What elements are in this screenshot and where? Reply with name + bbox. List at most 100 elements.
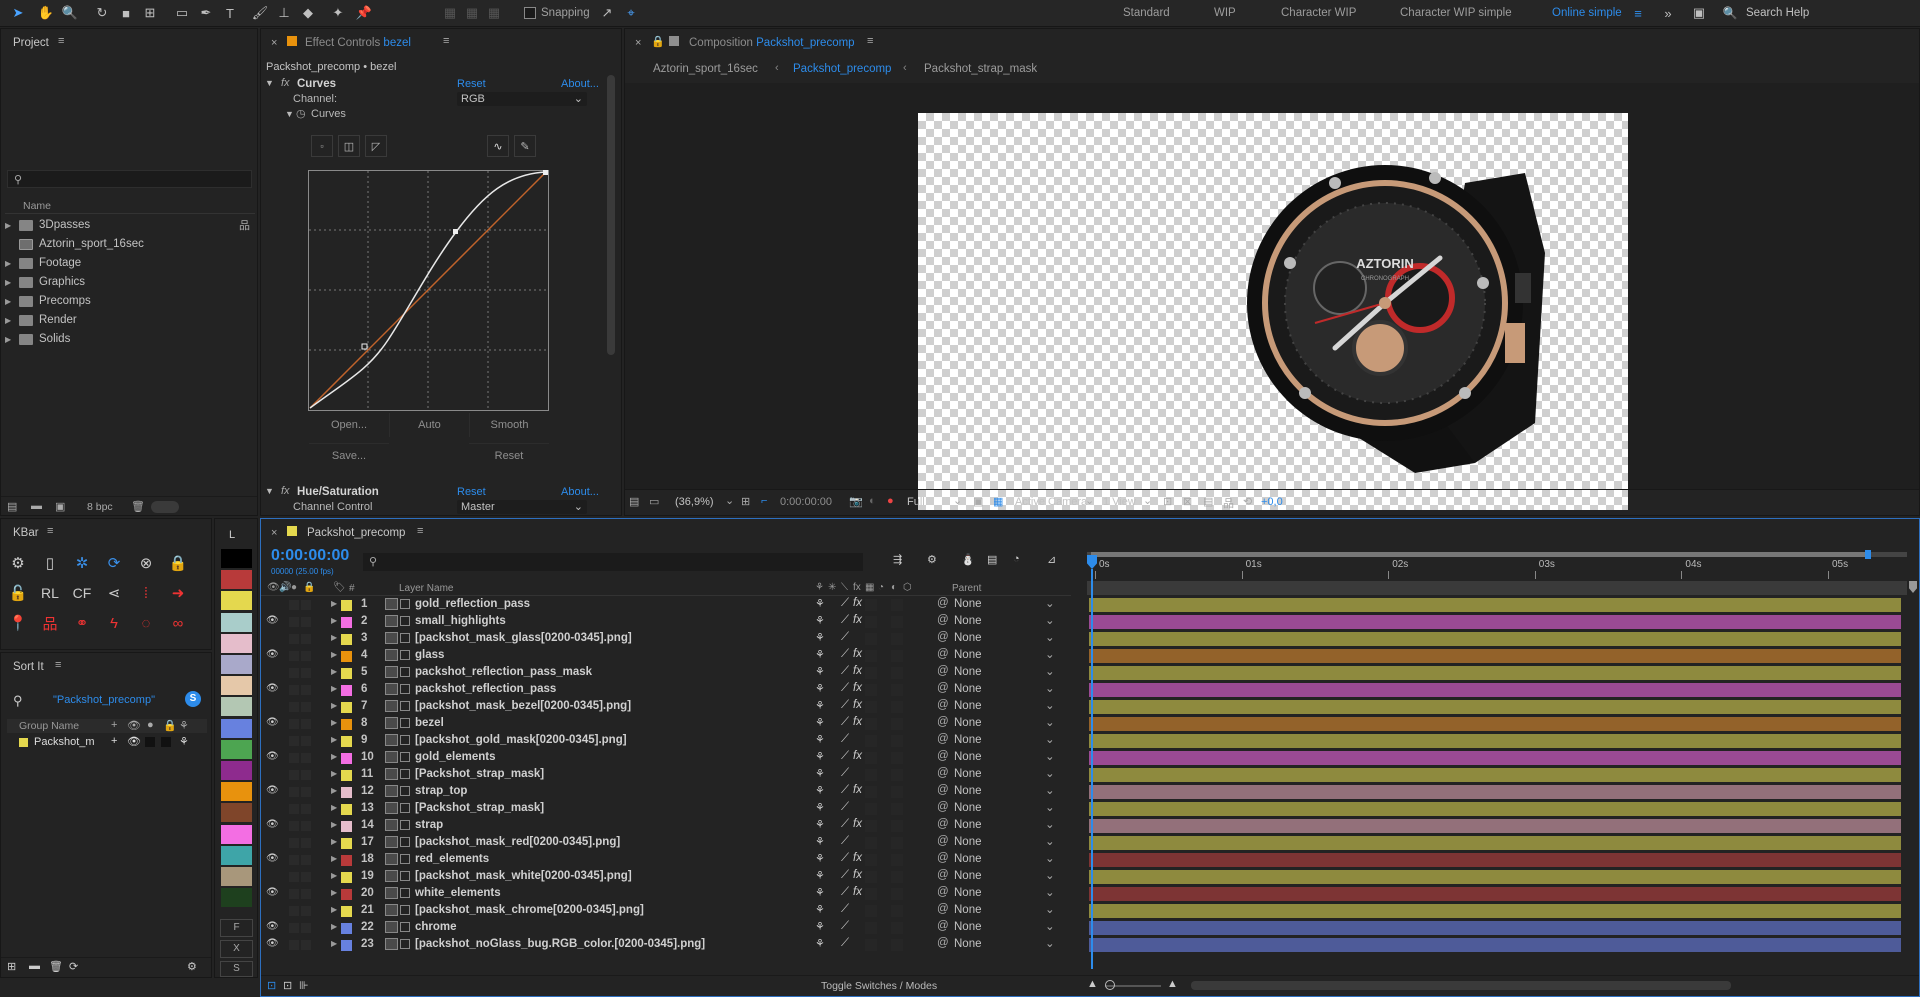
panel-menu-icon[interactable]: ≡ <box>443 35 449 47</box>
expand-triangle-icon[interactable]: ▶ <box>331 803 337 812</box>
motion-blur-icon[interactable]: ◔ <box>1013 553 1020 565</box>
solo-toggle[interactable] <box>289 872 299 882</box>
quality-switch-icon[interactable]: ⟋ <box>841 699 849 712</box>
fx-switch-icon[interactable]: fx <box>853 784 862 796</box>
layer-row[interactable]: ▶ 9 [packshot_gold_mask[0200-0345].png] ⚘ ⟋ @… <box>261 733 1919 750</box>
eye-icon[interactable]: 👁 <box>127 735 141 748</box>
hue-about-link[interactable]: About... <box>561 486 599 498</box>
visibility-toggle[interactable] <box>266 770 276 780</box>
parent-value[interactable]: None <box>954 853 982 865</box>
layer-duration-bar[interactable] <box>1089 717 1901 731</box>
shy-switch-icon[interactable]: ⚘ <box>815 835 825 848</box>
sortit-group-row[interactable]: Packshot_m + 👁 ⚘ <box>7 735 207 750</box>
project-item-aztorin-sport[interactable]: Aztorin_sport_16sec <box>5 236 144 252</box>
quality-switch-icon[interactable]: ⟋ <box>841 597 849 610</box>
curves-save-button[interactable]: Save... <box>309 443 389 467</box>
layer-row[interactable]: ▶ 1 gold_reflection_pass ⚘ ⟋ fx @ None ⌄ <box>261 597 1919 614</box>
visibility-eye-icon[interactable]: 👁 <box>266 853 279 864</box>
kbar-button-cf[interactable]: CF <box>71 582 93 604</box>
type-tool-icon[interactable]: T <box>220 3 240 23</box>
time-ruler[interactable]: 0s 01s 02s 03s 04s 05s <box>1087 559 1907 579</box>
close-tab-icon[interactable]: × <box>271 527 277 539</box>
panel-menu-icon[interactable]: ≡ <box>417 525 423 537</box>
parent-value[interactable]: None <box>954 666 982 678</box>
layer-name[interactable]: packshot_reflection_pass_mask <box>415 666 592 678</box>
selection-tool-icon[interactable]: ➤ <box>8 3 28 23</box>
shy-switch-icon[interactable]: ⚘ <box>815 886 825 899</box>
parent-value[interactable]: None <box>954 870 982 882</box>
delete-icon[interactable]: 🗑 <box>131 500 145 513</box>
puppet-pin-tool-icon[interactable]: 📌 <box>354 3 374 23</box>
chevron-down-icon[interactable]: ⌄ <box>1045 613 1055 627</box>
switch-cell[interactable] <box>891 871 903 883</box>
expand-triangle-icon[interactable]: ▶ <box>331 701 337 710</box>
layer-name[interactable]: [Packshot_strap_mask] <box>415 768 544 780</box>
curves-smooth-button[interactable]: Smooth <box>469 413 549 437</box>
parent-value[interactable]: None <box>954 717 982 729</box>
document-icon[interactable]: ▯ <box>39 552 61 574</box>
dotted-circle-icon[interactable]: ◌ <box>135 612 157 634</box>
parent-value[interactable]: None <box>954 819 982 831</box>
fx-switch-icon[interactable]: fx <box>853 699 862 711</box>
refresh-icon[interactable]: ⟳ <box>103 552 125 574</box>
shy-switch-icon[interactable]: ⚘ <box>815 750 825 763</box>
visibility-eye-icon[interactable]: 👁 <box>266 887 279 898</box>
draft-3d-icon[interactable]: ⚙ <box>927 553 937 566</box>
pickwhip-icon[interactable]: @ <box>937 920 949 932</box>
camera-dropdown[interactable]: Active Camera <box>1015 496 1087 508</box>
thumbnail-slider[interactable] <box>151 501 179 513</box>
project-item-solids[interactable]: ▶ Solids <box>5 331 70 347</box>
quality-switch-icon[interactable]: ⟋ <box>841 937 849 950</box>
roto-brush-tool-icon[interactable]: ✦ <box>328 3 348 23</box>
curves-graph[interactable] <box>308 170 549 411</box>
pickwhip-icon[interactable]: @ <box>937 631 949 643</box>
label-color-swatch[interactable] <box>221 761 252 780</box>
shy-switch-icon[interactable]: ⚘ <box>815 648 825 661</box>
switch-cell[interactable] <box>865 939 877 951</box>
layer-label-swatch[interactable] <box>341 668 352 679</box>
playhead-line[interactable] <box>1091 569 1093 969</box>
switch-cell[interactable] <box>865 616 877 628</box>
eraser-tool-icon[interactable]: ◆ <box>298 3 318 23</box>
project-item-3dpasses[interactable]: ▶ 3Dpasses <box>5 217 90 233</box>
sort-s-icon[interactable]: S <box>185 691 201 707</box>
visibility-toggle[interactable] <box>266 736 276 746</box>
layer-name[interactable]: gold_reflection_pass <box>415 598 530 610</box>
switch-cell[interactable] <box>865 701 877 713</box>
switch-cell[interactable] <box>865 752 877 764</box>
layer-name[interactable]: [packshot_mask_red[0200-0345].png] <box>415 836 620 848</box>
timeline-icon[interactable]: ▤ <box>1203 495 1213 508</box>
search-help-icon[interactable]: 🔍 <box>1720 3 1740 23</box>
expand-triangle-icon[interactable]: ▶ <box>331 939 337 948</box>
lock-toggle[interactable] <box>301 600 311 610</box>
layer-duration-bar[interactable] <box>1089 836 1901 850</box>
infinity-icon[interactable]: ∞ <box>167 612 189 634</box>
pickwhip-icon[interactable]: @ <box>937 767 949 779</box>
fx-switch-icon[interactable]: fx <box>853 886 862 898</box>
layer-label-swatch[interactable] <box>341 600 352 611</box>
fx-icon[interactable]: fx <box>281 77 290 89</box>
layer-label-swatch[interactable] <box>341 719 352 730</box>
pickwhip-icon[interactable]: @ <box>937 699 949 711</box>
zoom-out-icon[interactable]: ▲ <box>1087 978 1098 990</box>
switch-cell[interactable] <box>891 599 903 611</box>
parent-value[interactable]: None <box>954 921 982 933</box>
effect-controls-tab[interactable]: Effect Controls bezel <box>305 37 411 49</box>
chevron-down-icon[interactable]: ⌄ <box>1045 800 1055 814</box>
layer-duration-bar[interactable] <box>1089 700 1901 714</box>
pickwhip-icon[interactable]: @ <box>937 886 949 898</box>
shy-switch-icon[interactable]: ⚘ <box>815 920 825 933</box>
layer-row[interactable]: 👁 ▶ 10 gold_elements ⚘ ⟋ fx @ None ⌄ <box>261 750 1919 767</box>
layer-row[interactable]: ▶ 13 [Packshot_strap_mask] ⚘ ⟋ @ None ⌄ <box>261 801 1919 818</box>
layer-name[interactable]: [Packshot_strap_mask] <box>415 802 544 814</box>
quality-switch-icon[interactable]: ⟋ <box>841 784 849 797</box>
brush-tool-icon[interactable]: 🖌 <box>250 3 270 23</box>
lock-icon[interactable]: 🔒 <box>651 35 665 48</box>
zoom-dropdown[interactable]: (36,9%) <box>675 496 714 508</box>
layer-row[interactable]: ▶ 17 [packshot_mask_red[0200-0345].png] ⚘ ⟋ @… <box>261 835 1919 852</box>
chevron-down-icon[interactable]: ⌄ <box>1045 885 1055 899</box>
bicycle-icon[interactable]: ⚭ <box>71 612 93 634</box>
clone-stamp-tool-icon[interactable]: ⊥ <box>274 3 294 23</box>
layer-name[interactable]: white_elements <box>415 887 501 899</box>
workspace-character-wip[interactable]: Character WIP <box>1281 7 1356 19</box>
